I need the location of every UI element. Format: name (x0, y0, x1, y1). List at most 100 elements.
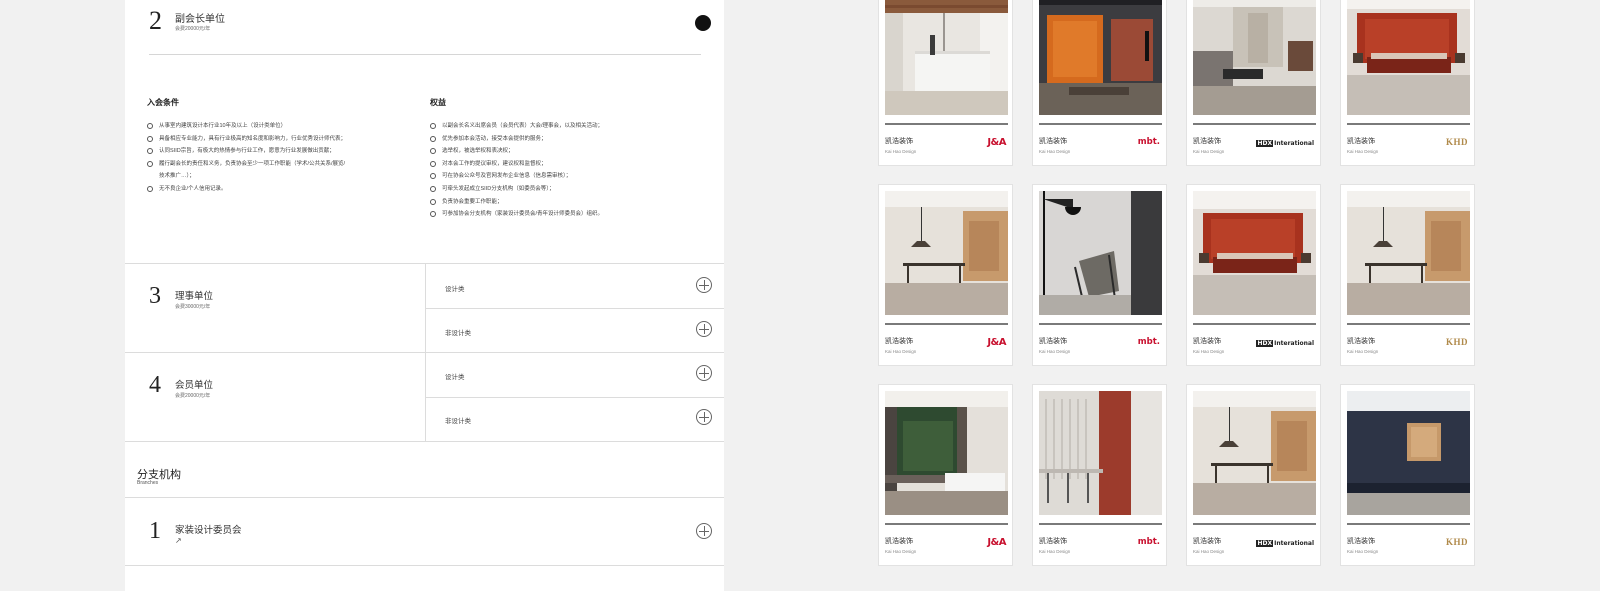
company-name-en: Kai Hao Design (1193, 549, 1225, 554)
member-card[interactable]: 凯浩装饰 Kai Hao Design HDX Interational (1186, 0, 1321, 166)
company-name: 凯浩装饰 (885, 338, 913, 345)
list-item: 以副会长名义出席会员（会员代表）大会/理事会，以及相关活动； (430, 120, 603, 133)
requirements-heading: 入会条件 (147, 98, 179, 107)
member-card[interactable]: 凯浩装饰 Kai Hao Design mbt. (1032, 384, 1167, 566)
card-divider (1347, 523, 1470, 525)
company-name-en: Kai Hao Design (885, 149, 917, 154)
option-non-design: 非设计类 (445, 330, 471, 337)
list-item: 从事室内建筑设计本行业10年及以上（设计类单位） (147, 120, 346, 133)
option-design: 设计类 (445, 374, 465, 381)
card-divider (1193, 323, 1316, 325)
member-card[interactable]: 凯浩装饰 Kai Hao Design HDX Interational (1186, 184, 1321, 366)
brand-logo-mbt: mbt. (1137, 337, 1160, 347)
branch-title[interactable]: 家装设计委员会 (175, 522, 242, 536)
membership-fee: 会费30000元/年 (175, 304, 211, 310)
divider (125, 565, 724, 566)
brand-logo-hdx: HDX Interational (1256, 540, 1314, 547)
company-name: 凯浩装饰 (885, 138, 913, 145)
membership-fee: 会费20000元/年 (175, 26, 211, 32)
project-photo (1039, 391, 1162, 515)
bullet-circle-icon (147, 135, 153, 142)
list-item: 对本会工作的提议审权，建议权和监督权； (430, 158, 603, 171)
membership-title: 会员单位 (175, 380, 214, 391)
member-card[interactable]: 凯浩装饰 Kai Hao Design HDX Interational (1186, 384, 1321, 566)
membership-number: 3 (149, 283, 161, 309)
divider (425, 308, 724, 309)
list-item: 具备相应专业能力，具有行业极高的知名度和影响力，行业优秀设计师代表； (147, 133, 346, 146)
bullet-circle-icon (430, 173, 436, 180)
list-item-continued: 技术推广…）； (159, 173, 195, 180)
external-link-arrow-icon[interactable]: ↗ (175, 536, 182, 545)
list-item: 可在协会公众号及官网发布企业信息（信息需审核）； (430, 170, 603, 183)
company-name-en: Kai Hao Design (1039, 149, 1071, 154)
expand-plus-icon[interactable] (696, 365, 712, 381)
brand-logo-ja: J&A (987, 537, 1006, 548)
member-card[interactable]: 凯浩装饰 Kai Hao Design KHD (1340, 184, 1475, 366)
company-name-en: Kai Hao Design (1347, 549, 1379, 554)
member-card[interactable]: 凯浩装饰 Kai Hao Design J&A (878, 184, 1013, 366)
expand-plus-icon[interactable] (696, 277, 712, 293)
list-item: 负责协会重要工作职能； (430, 196, 603, 209)
bullet-circle-icon (147, 185, 153, 192)
divider (125, 441, 724, 442)
member-card[interactable]: 凯浩装饰 Kai Hao Design mbt. (1032, 0, 1167, 166)
company-name: 凯浩装饰 (1039, 338, 1067, 345)
project-photo (885, 191, 1008, 315)
project-photo (1347, 0, 1470, 115)
project-photo (1039, 0, 1162, 115)
option-design: 设计类 (445, 286, 465, 293)
list-item: 无不良企业/个人信用记录。 (147, 183, 346, 196)
card-divider (1039, 323, 1162, 325)
list-item: 优先参加本会活动，接受本会提供的服务； (430, 133, 603, 146)
bullet-circle-icon (430, 123, 436, 129)
company-name: 凯浩装饰 (1039, 138, 1067, 145)
collapse-icon[interactable] (695, 15, 711, 31)
company-name-en: Kai Hao Design (1347, 349, 1379, 354)
bullet-circle-icon (147, 160, 153, 167)
company-name: 凯浩装饰 (885, 538, 913, 545)
membership-number: 2 (149, 6, 162, 35)
expand-plus-icon[interactable] (696, 523, 712, 539)
bullet-circle-icon (430, 135, 436, 142)
company-name: 凯浩装饰 (1039, 538, 1067, 545)
member-card[interactable]: 凯浩装饰 Kai Hao Design J&A (878, 0, 1013, 166)
company-name: 凯浩装饰 (1193, 138, 1221, 145)
expand-plus-icon[interactable] (696, 409, 712, 425)
company-name-en: Kai Hao Design (1193, 349, 1225, 354)
brand-logo-ja: J&A (987, 337, 1006, 348)
member-card[interactable]: 凯浩装饰 Kai Hao Design mbt. (1032, 184, 1167, 366)
brand-logo-khd: KHD (1445, 137, 1468, 147)
brand-logo-mbt: mbt. (1137, 137, 1160, 147)
project-photo (885, 391, 1008, 515)
divider (149, 54, 701, 55)
brand-logo-khd: KHD (1445, 537, 1468, 547)
card-divider (885, 123, 1008, 125)
list-item: 可参加协会分支机构（家装设计委员会/青年设计师委员会）组织。 (430, 208, 603, 221)
bullet-circle-icon (430, 160, 436, 167)
company-name-en: Kai Hao Design (1347, 149, 1379, 154)
card-divider (1039, 123, 1162, 125)
project-photo (1347, 191, 1470, 315)
project-photo (1039, 191, 1162, 315)
membership-vice-president: 2 副会长单位 会费20000元/年 入会条件 从事室内建筑设计本行业10年及以… (125, 0, 724, 263)
card-divider (885, 523, 1008, 525)
card-divider (1347, 123, 1470, 125)
member-card[interactable]: 凯浩装饰 Kai Hao Design KHD (1340, 0, 1475, 166)
company-name-en: Kai Hao Design (1039, 549, 1071, 554)
divider (125, 497, 724, 498)
member-card[interactable]: 凯浩装饰 Kai Hao Design J&A (878, 384, 1013, 566)
brand-logo-mbt: mbt. (1137, 537, 1160, 547)
company-name: 凯浩装饰 (1347, 138, 1375, 145)
bullet-circle-icon (430, 148, 436, 155)
expand-plus-icon[interactable] (696, 321, 712, 337)
company-name: 凯浩装饰 (1193, 538, 1221, 545)
card-divider (885, 323, 1008, 325)
card-divider (1193, 123, 1316, 125)
company-name-en: Kai Hao Design (885, 549, 917, 554)
membership-title: 理事单位 (175, 291, 214, 302)
list-item: 认同SIID宗旨，有极大的热情参与行业工作，愿意为行业发展做出贡献； (147, 145, 346, 158)
member-card[interactable]: 凯浩装饰 Kai Hao Design KHD (1340, 384, 1475, 566)
benefits-list: 以副会长名义出席会员（会员代表）大会/理事会，以及相关活动； 优先参加本会活动，… (430, 120, 603, 221)
card-divider (1039, 523, 1162, 525)
brand-logo-khd: KHD (1445, 337, 1468, 347)
